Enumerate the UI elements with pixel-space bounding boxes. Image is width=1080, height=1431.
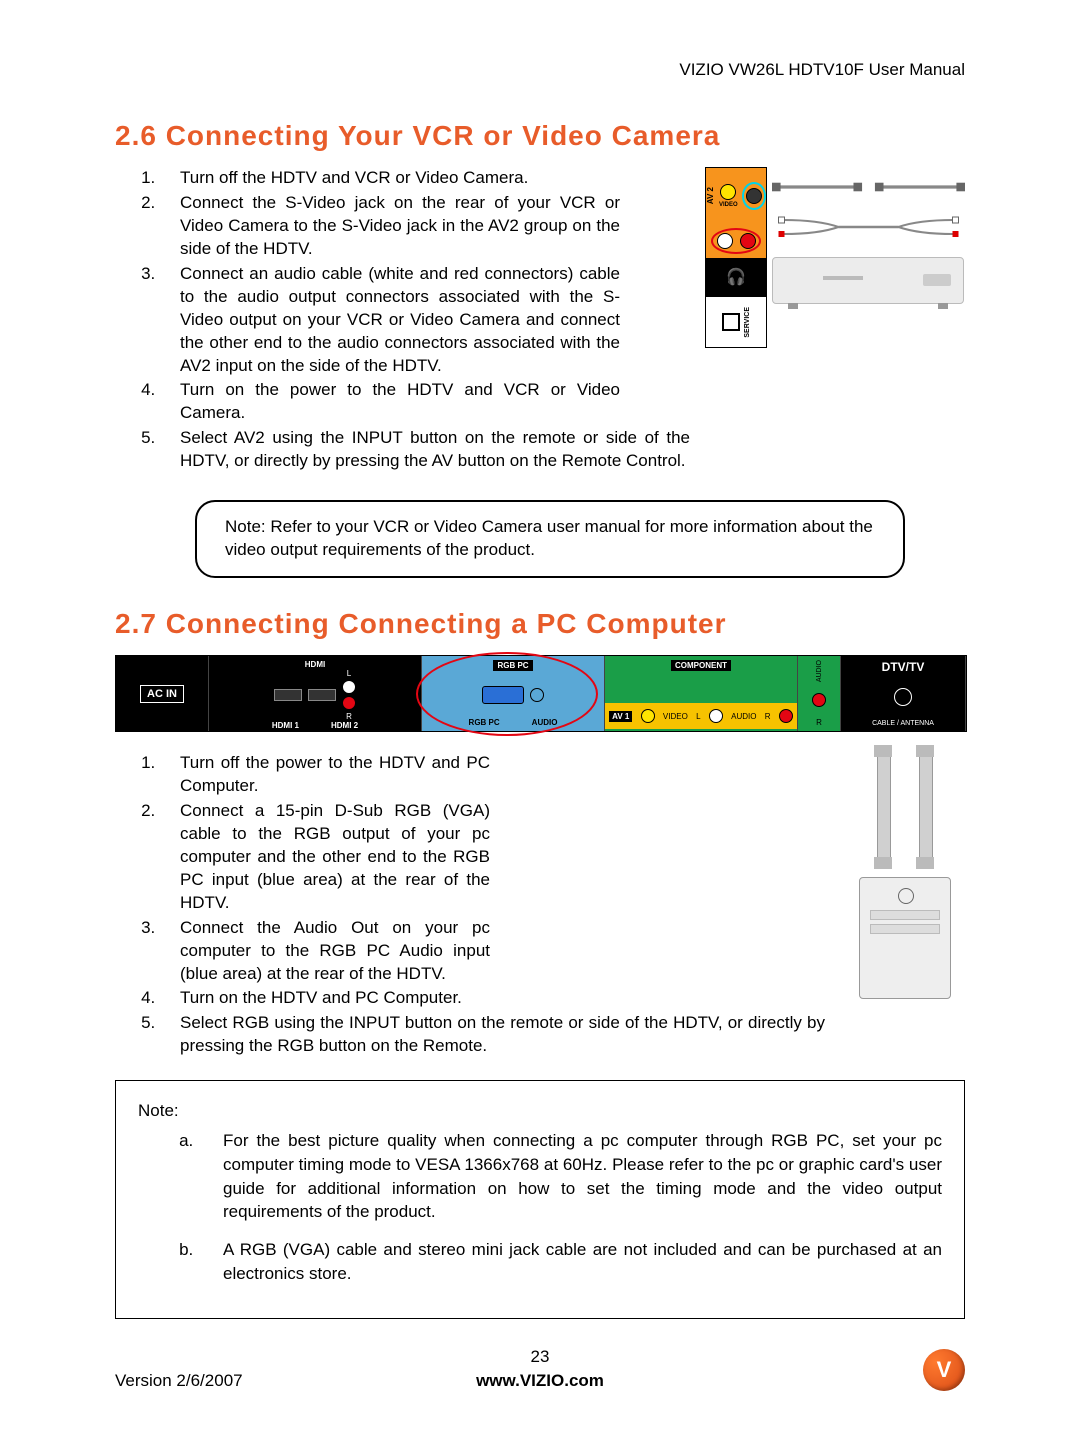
hdmi-audio-l: L bbox=[347, 669, 351, 678]
audio-cable-split bbox=[772, 207, 965, 247]
comp-audio-label: AUDIO bbox=[816, 660, 823, 682]
pc-content-block: Turn off the power to the HDTV and PC Co… bbox=[115, 752, 965, 1060]
pc-note-list: For the best picture quality when connec… bbox=[138, 1129, 942, 1286]
cables-and-device bbox=[772, 167, 965, 348]
av1-r-port bbox=[779, 709, 793, 723]
hdmi1-port bbox=[274, 689, 302, 701]
pc-connection-diagram bbox=[845, 752, 965, 1060]
video-port bbox=[720, 184, 736, 200]
antenna-port bbox=[894, 688, 912, 706]
hdmi-top-label: HDMI bbox=[215, 660, 415, 669]
audio-highlight-ring bbox=[711, 228, 761, 254]
component-top-label: COMPONENT bbox=[671, 660, 731, 671]
hdmi-audio-r: R bbox=[346, 712, 352, 721]
pc-note-box: Note: For the best picture quality when … bbox=[115, 1080, 965, 1319]
vcr-content-block: Turn off the HDTV and VCR or Video Camer… bbox=[115, 167, 965, 475]
vcr-step-1: Turn off the HDTV and VCR or Video Camer… bbox=[160, 167, 690, 190]
footer-page-number: 23 bbox=[476, 1347, 604, 1367]
panel-dtv: DTV/TV CABLE / ANTENNA bbox=[841, 656, 966, 731]
av1-l-port bbox=[709, 709, 723, 723]
panel-av1: AV 1 VIDEO L AUDIO R bbox=[605, 703, 797, 729]
rgb-highlight-oval bbox=[416, 652, 598, 736]
dtv-sub-label: CABLE / ANTENNA bbox=[872, 720, 934, 727]
vcr-step-2: Connect the S-Video jack on the rear of … bbox=[160, 192, 620, 261]
panel-component: COMPONENT Y Pb/Cb Pr/Cr L AV 1 VIDEO L A… bbox=[605, 656, 798, 731]
pc-step-3: Connect the Audio Out on your pc compute… bbox=[160, 917, 490, 986]
side-connection-diagram: AV 2 VIDEO bbox=[705, 167, 965, 475]
hdmi2-port bbox=[308, 689, 336, 701]
hdmi-l-port bbox=[342, 680, 356, 694]
pc-step-1: Turn off the power to the HDTV and PC Co… bbox=[160, 752, 490, 798]
pc-step-5: Select RGB using the INPUT button on the… bbox=[160, 1012, 825, 1058]
comp-r-label: R bbox=[816, 718, 822, 727]
av1-audio-label: AUDIO bbox=[731, 712, 756, 721]
pc-note-a: For the best picture quality when connec… bbox=[198, 1129, 942, 1224]
vcr-step-5: Select AV2 using the INPUT button on the… bbox=[160, 427, 690, 473]
hdmi2-label: HDMI 2 bbox=[331, 721, 358, 730]
vcr-note-box: Note: Refer to your VCR or Video Camera … bbox=[195, 500, 905, 578]
vcr-step-4: Turn on the power to the HDTV and VCR or… bbox=[160, 379, 620, 425]
vcr-steps-text: Turn off the HDTV and VCR or Video Camer… bbox=[115, 167, 690, 475]
headphone-icon: 🎧 bbox=[726, 267, 746, 287]
audio-r-port bbox=[740, 233, 756, 249]
video-label: VIDEO bbox=[719, 202, 738, 208]
footer-center: 23 www.VIZIO.com bbox=[476, 1347, 604, 1391]
pc-step-2: Connect a 15-pin D-Sub RGB (VGA) cable t… bbox=[160, 800, 490, 915]
logo-letter: V bbox=[937, 1357, 952, 1383]
av1-r-label: R bbox=[765, 712, 771, 721]
vizio-logo-icon: V bbox=[923, 1349, 965, 1391]
hdmi1-label: HDMI 1 bbox=[272, 721, 299, 730]
pc-note-b: A RGB (VGA) cable and stereo mini jack c… bbox=[198, 1238, 942, 1286]
av1-video-port bbox=[641, 709, 655, 723]
section-2-7-heading: 2.7 Connecting Connecting a PC Computer bbox=[115, 608, 965, 640]
service-label: SERVICE bbox=[744, 307, 751, 338]
vcr-device-icon bbox=[772, 257, 964, 304]
vga-cable-icon bbox=[877, 756, 891, 858]
ac-in-label: AC IN bbox=[140, 685, 184, 703]
av2-label: AV 2 bbox=[706, 187, 715, 204]
service-port bbox=[722, 313, 740, 331]
panel-ac-in: AC IN bbox=[116, 656, 209, 731]
svideo-port bbox=[746, 188, 762, 204]
footer-url: www.VIZIO.com bbox=[476, 1371, 604, 1391]
vcr-steps-list: Turn off the HDTV and VCR or Video Camer… bbox=[115, 167, 690, 473]
av1-l-label: L bbox=[696, 712, 700, 721]
vcr-step-3: Connect an audio cable (white and red co… bbox=[160, 263, 620, 378]
section-2-6-heading: 2.6 Connecting Your VCR or Video Camera bbox=[115, 120, 965, 152]
svideo-cable bbox=[772, 167, 965, 207]
header-title: VIZIO VW26L HDTV10F User Manual bbox=[115, 60, 965, 80]
footer-version: Version 2/6/2007 bbox=[115, 1371, 243, 1391]
manual-page: VIZIO VW26L HDTV10F User Manual 2.6 Conn… bbox=[0, 0, 1080, 1431]
av1-label: AV 1 bbox=[609, 711, 632, 722]
panel-component-audio-r: AUDIO R bbox=[798, 656, 841, 731]
page-footer: Version 2/6/2007 23 www.VIZIO.com V bbox=[115, 1349, 965, 1391]
svideo-highlight-ring bbox=[742, 182, 766, 210]
rear-panel-diagram: AC IN HDMI L R HDMI 1 HDMI 2 bbox=[115, 655, 967, 732]
av1-video-label: VIDEO bbox=[663, 712, 688, 721]
pc-step-4: Turn on the HDTV and PC Computer. bbox=[160, 987, 490, 1010]
side-ports-strip: AV 2 VIDEO bbox=[705, 167, 767, 348]
audio-l-port bbox=[717, 233, 733, 249]
pc-tower-icon bbox=[859, 877, 951, 999]
dtv-label: DTV/TV bbox=[847, 660, 959, 674]
audio-cable-icon bbox=[919, 756, 933, 858]
pc-steps-text: Turn off the power to the HDTV and PC Co… bbox=[115, 752, 825, 1060]
panel-rgb-pc: RGB PC RGB PC AUDIO bbox=[422, 656, 605, 731]
pc-note-intro: Note: bbox=[138, 1099, 942, 1123]
hdmi-r-port bbox=[342, 696, 356, 710]
panel-hdmi: HDMI L R HDMI 1 HDMI 2 bbox=[209, 656, 422, 731]
pc-steps-list: Turn off the power to the HDTV and PC Co… bbox=[115, 752, 825, 1058]
comp-r-port bbox=[812, 693, 826, 707]
